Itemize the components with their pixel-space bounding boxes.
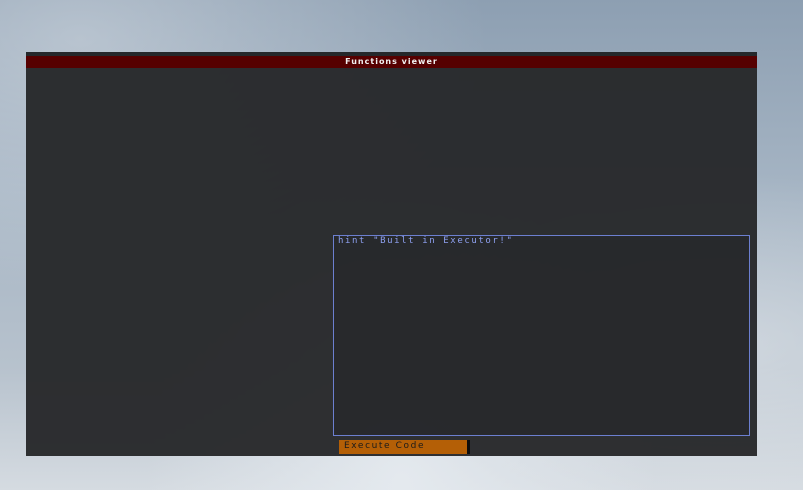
code-line[interactable]: hint "Built in Executor!" bbox=[338, 236, 513, 247]
code-editor[interactable]: hint "Built in Executor!" bbox=[333, 235, 750, 436]
functions-viewer-window: Functions viewer hint "Built in Executor… bbox=[26, 52, 757, 456]
execute-code-button[interactable]: Execute Code bbox=[339, 440, 470, 454]
window-title: Functions viewer bbox=[26, 56, 757, 68]
